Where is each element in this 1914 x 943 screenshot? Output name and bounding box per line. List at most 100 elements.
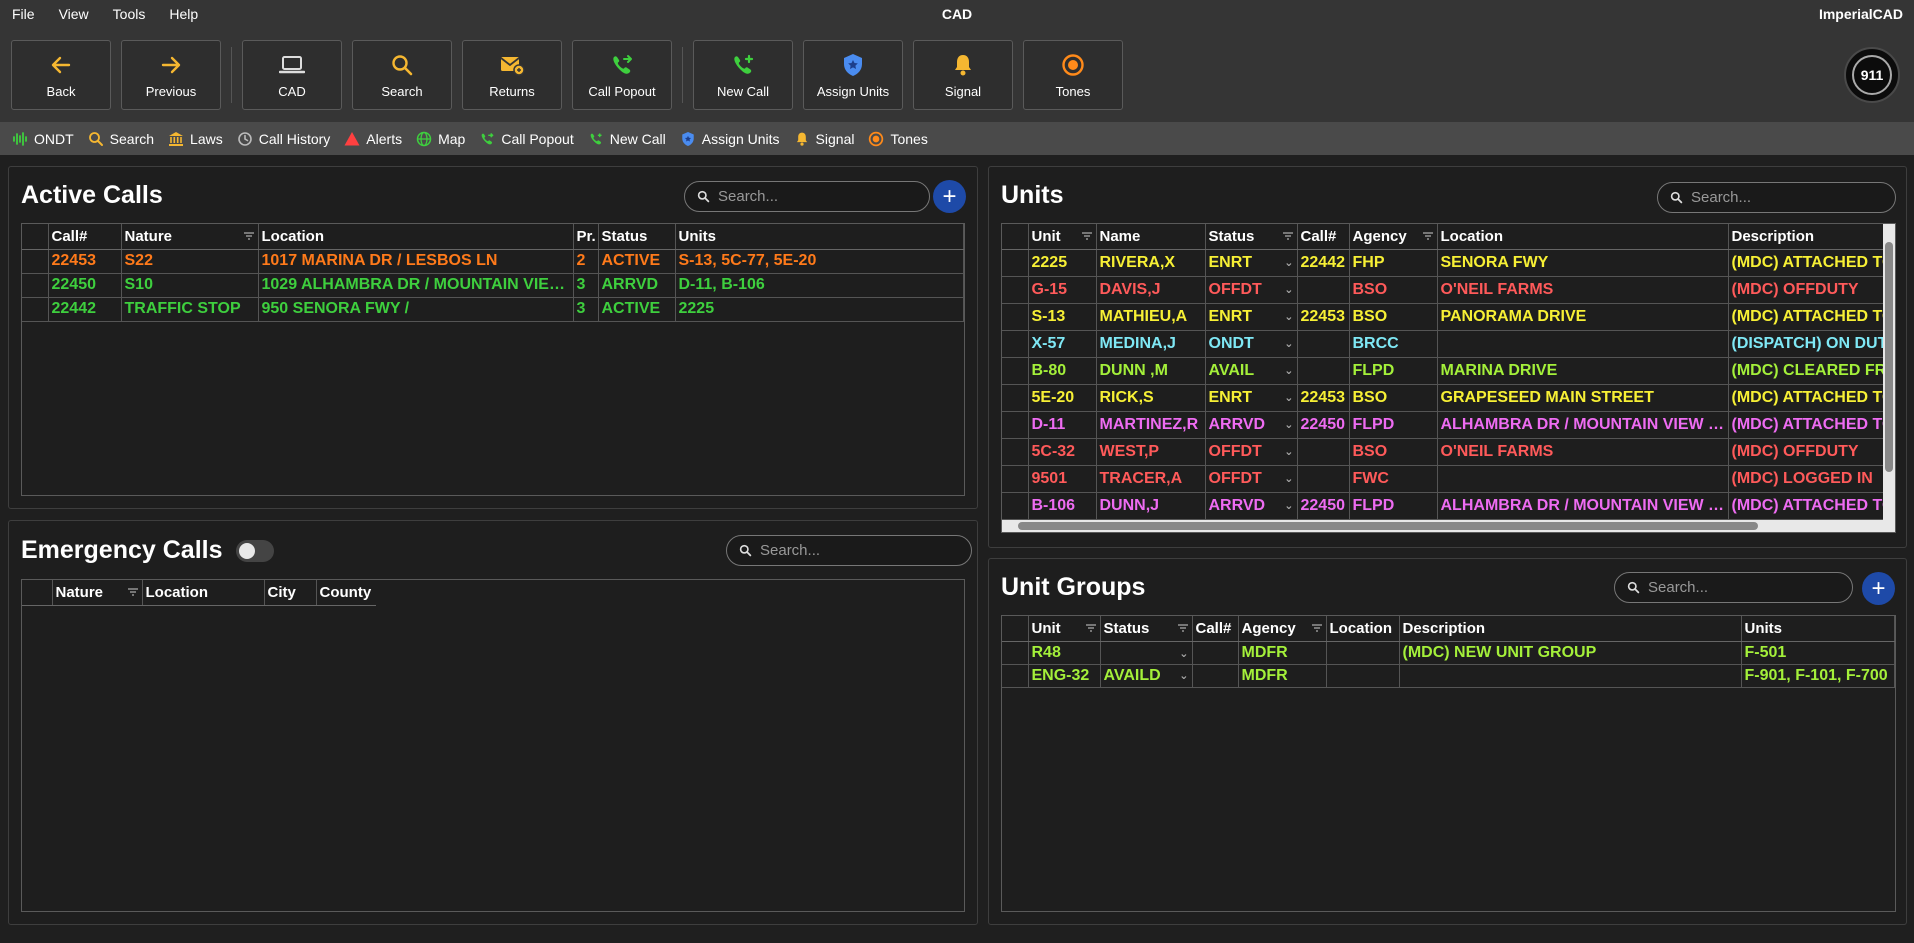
table-row[interactable]: 22442 TRAFFIC STOP 950 SENORA FWY /3 ACTIVE… — [22, 297, 964, 322]
col-description[interactable]: Description — [1728, 224, 1883, 250]
unit-status-select[interactable]: ENRT ⌄ — [1205, 303, 1298, 331]
table-row[interactable]: S-13 MATHIEU,A ENRT ⌄ 22453 BSO PANORAMA DRIVE… — [1002, 303, 1883, 331]
row-selector[interactable] — [1002, 641, 1029, 665]
table-row[interactable]: 22453 S22 1017 MARINA DR / LESBOS LN 2 ACTIV… — [22, 249, 964, 274]
active-calls-search-input[interactable] — [718, 188, 904, 205]
menu-view[interactable]: View — [59, 6, 89, 22]
quick-assign-units[interactable]: Assign Units — [680, 131, 780, 147]
col-city[interactable]: City — [264, 580, 317, 606]
row-selector[interactable] — [1002, 664, 1029, 688]
chevron-down-icon[interactable]: ⌄ — [1284, 445, 1293, 458]
col-agency[interactable]: Agency — [1349, 224, 1438, 250]
table-row[interactable]: 9501 TRACER,A OFFDT ⌄ FWC (MDC) LOGGED IN — [1002, 465, 1883, 493]
col-location[interactable]: Location — [1326, 616, 1400, 642]
previous-button[interactable]: Previous — [121, 40, 221, 110]
chevron-down-icon[interactable]: ⌄ — [1179, 647, 1188, 660]
unit-status-select[interactable]: ONDT ⌄ — [1205, 330, 1298, 358]
filter-icon[interactable] — [1311, 624, 1322, 632]
table-row[interactable]: B-80 DUNN ,M AVAIL ⌄ FLPD MARINA DRIVE (MDC) C… — [1002, 357, 1883, 385]
row-selector[interactable] — [1002, 465, 1029, 493]
table-row[interactable]: ENG-32 AVAILD ⌄ MDFR F-901, F-101, F-700 — [1002, 664, 1895, 688]
col-location[interactable]: Location — [258, 224, 574, 250]
col-call[interactable]: Call# — [48, 224, 122, 250]
chevron-down-icon[interactable]: ⌄ — [1284, 364, 1293, 377]
filter-icon[interactable] — [1085, 624, 1096, 632]
group-status-select[interactable]: AVAILD ⌄ — [1100, 664, 1193, 688]
chevron-down-icon[interactable]: ⌄ — [1284, 499, 1293, 512]
row-selector[interactable] — [1002, 384, 1029, 412]
row-selector[interactable] — [22, 273, 49, 298]
unit-status-select[interactable]: OFFDT ⌄ — [1205, 276, 1298, 304]
quick-map[interactable]: Map — [416, 131, 465, 147]
units-search-input[interactable] — [1691, 189, 1871, 206]
chevron-down-icon[interactable]: ⌄ — [1284, 337, 1293, 350]
filter-icon[interactable] — [127, 588, 138, 596]
row-selector[interactable] — [1002, 330, 1029, 358]
row-selector[interactable] — [1002, 411, 1029, 439]
table-row[interactable]: B-106 DUNN,J ARRVD ⌄ 22450 FLPD ALHAMBRA DR / … — [1002, 492, 1883, 520]
quick-tones[interactable]: Tones — [868, 131, 928, 147]
active-calls-search[interactable] — [684, 181, 930, 212]
table-row[interactable]: 5C-32 WEST,P OFFDT ⌄ BSO O'NEIL FARMS (MDC) OF… — [1002, 438, 1883, 466]
row-selector[interactable] — [1002, 438, 1029, 466]
back-button[interactable]: Back — [11, 40, 111, 110]
add-unit-group-button[interactable]: + — [1862, 572, 1895, 605]
filter-icon[interactable] — [1081, 232, 1092, 240]
quick-new-call[interactable]: New Call — [588, 131, 666, 147]
table-row[interactable]: D-11 MARTINEZ,R ARRVD ⌄ 22450 FLPD ALHAMBRA DR… — [1002, 411, 1883, 439]
table-row[interactable]: X-57 MEDINA,J ONDT ⌄ BRCC (DISPATCH) ON DUTY — [1002, 330, 1883, 358]
chevron-down-icon[interactable]: ⌄ — [1284, 283, 1293, 296]
quick-alerts[interactable]: Alerts — [344, 131, 402, 147]
col-description[interactable]: Description — [1399, 616, 1742, 642]
row-selector[interactable] — [1002, 249, 1029, 277]
quick-signal[interactable]: Signal — [794, 131, 854, 147]
quick-search[interactable]: Search — [88, 131, 154, 147]
chevron-down-icon[interactable]: ⌄ — [1284, 418, 1293, 431]
unit-status-select[interactable]: ARRVD ⌄ — [1205, 411, 1298, 439]
chevron-down-icon[interactable]: ⌄ — [1284, 310, 1293, 323]
row-selector[interactable] — [1002, 276, 1029, 304]
search-button[interactable]: Search — [352, 40, 452, 110]
chevron-down-icon[interactable]: ⌄ — [1284, 256, 1293, 269]
returns-button[interactable]: Returns — [462, 40, 562, 110]
filter-icon[interactable] — [1422, 232, 1433, 240]
signal-button[interactable]: Signal — [913, 40, 1013, 110]
unit-status-select[interactable]: ENRT ⌄ — [1205, 384, 1298, 412]
col-location[interactable]: Location — [142, 580, 265, 606]
quick-laws[interactable]: Laws — [168, 131, 223, 147]
col-units[interactable]: Units — [675, 224, 964, 250]
units-horizontal-scrollbar[interactable] — [1002, 520, 1883, 532]
unit-status-select[interactable]: ARRVD ⌄ — [1205, 492, 1298, 520]
col-name[interactable]: Name — [1096, 224, 1206, 250]
filter-icon[interactable] — [243, 232, 254, 240]
col-county[interactable]: County — [316, 580, 376, 606]
call-popout-button[interactable]: Call Popout — [572, 40, 672, 110]
group-status-select[interactable]: ⌄ — [1100, 641, 1193, 665]
scrollbar-thumb[interactable] — [1018, 522, 1758, 530]
col-location[interactable]: Location — [1437, 224, 1729, 250]
col-agency[interactable]: Agency — [1238, 616, 1327, 642]
tones-button[interactable]: Tones — [1023, 40, 1123, 110]
table-row[interactable]: 22450 S10 1029 ALHAMBRA DR / MOUNTAIN VIEW… — [22, 273, 964, 298]
row-selector[interactable] — [1002, 357, 1029, 385]
col-status[interactable]: Status — [598, 224, 676, 250]
col-nature[interactable]: Nature — [52, 580, 143, 606]
unit-status-select[interactable]: AVAIL ⌄ — [1205, 357, 1298, 385]
row-selector[interactable] — [22, 297, 49, 322]
scrollbar-thumb[interactable] — [1885, 242, 1893, 472]
add-call-button[interactable]: + — [933, 180, 966, 213]
row-selector[interactable] — [22, 249, 49, 274]
quick-call-popout[interactable]: Call Popout — [479, 131, 574, 147]
col-status[interactable]: Status — [1205, 224, 1298, 250]
col-call[interactable]: Call# — [1297, 224, 1350, 250]
col-call[interactable]: Call# — [1192, 616, 1239, 642]
menu-file[interactable]: File — [12, 6, 35, 22]
filter-icon[interactable] — [1282, 232, 1293, 240]
emergency-calls-search-input[interactable] — [760, 542, 946, 559]
emergency-calls-search[interactable] — [726, 535, 972, 566]
assign-units-button[interactable]: Assign Units — [803, 40, 903, 110]
quick-ondt[interactable]: ONDT — [12, 131, 74, 147]
units-vertical-scrollbar[interactable] — [1883, 224, 1895, 532]
unit-status-select[interactable]: ENRT ⌄ — [1205, 249, 1298, 277]
chevron-down-icon[interactable]: ⌄ — [1284, 472, 1293, 485]
